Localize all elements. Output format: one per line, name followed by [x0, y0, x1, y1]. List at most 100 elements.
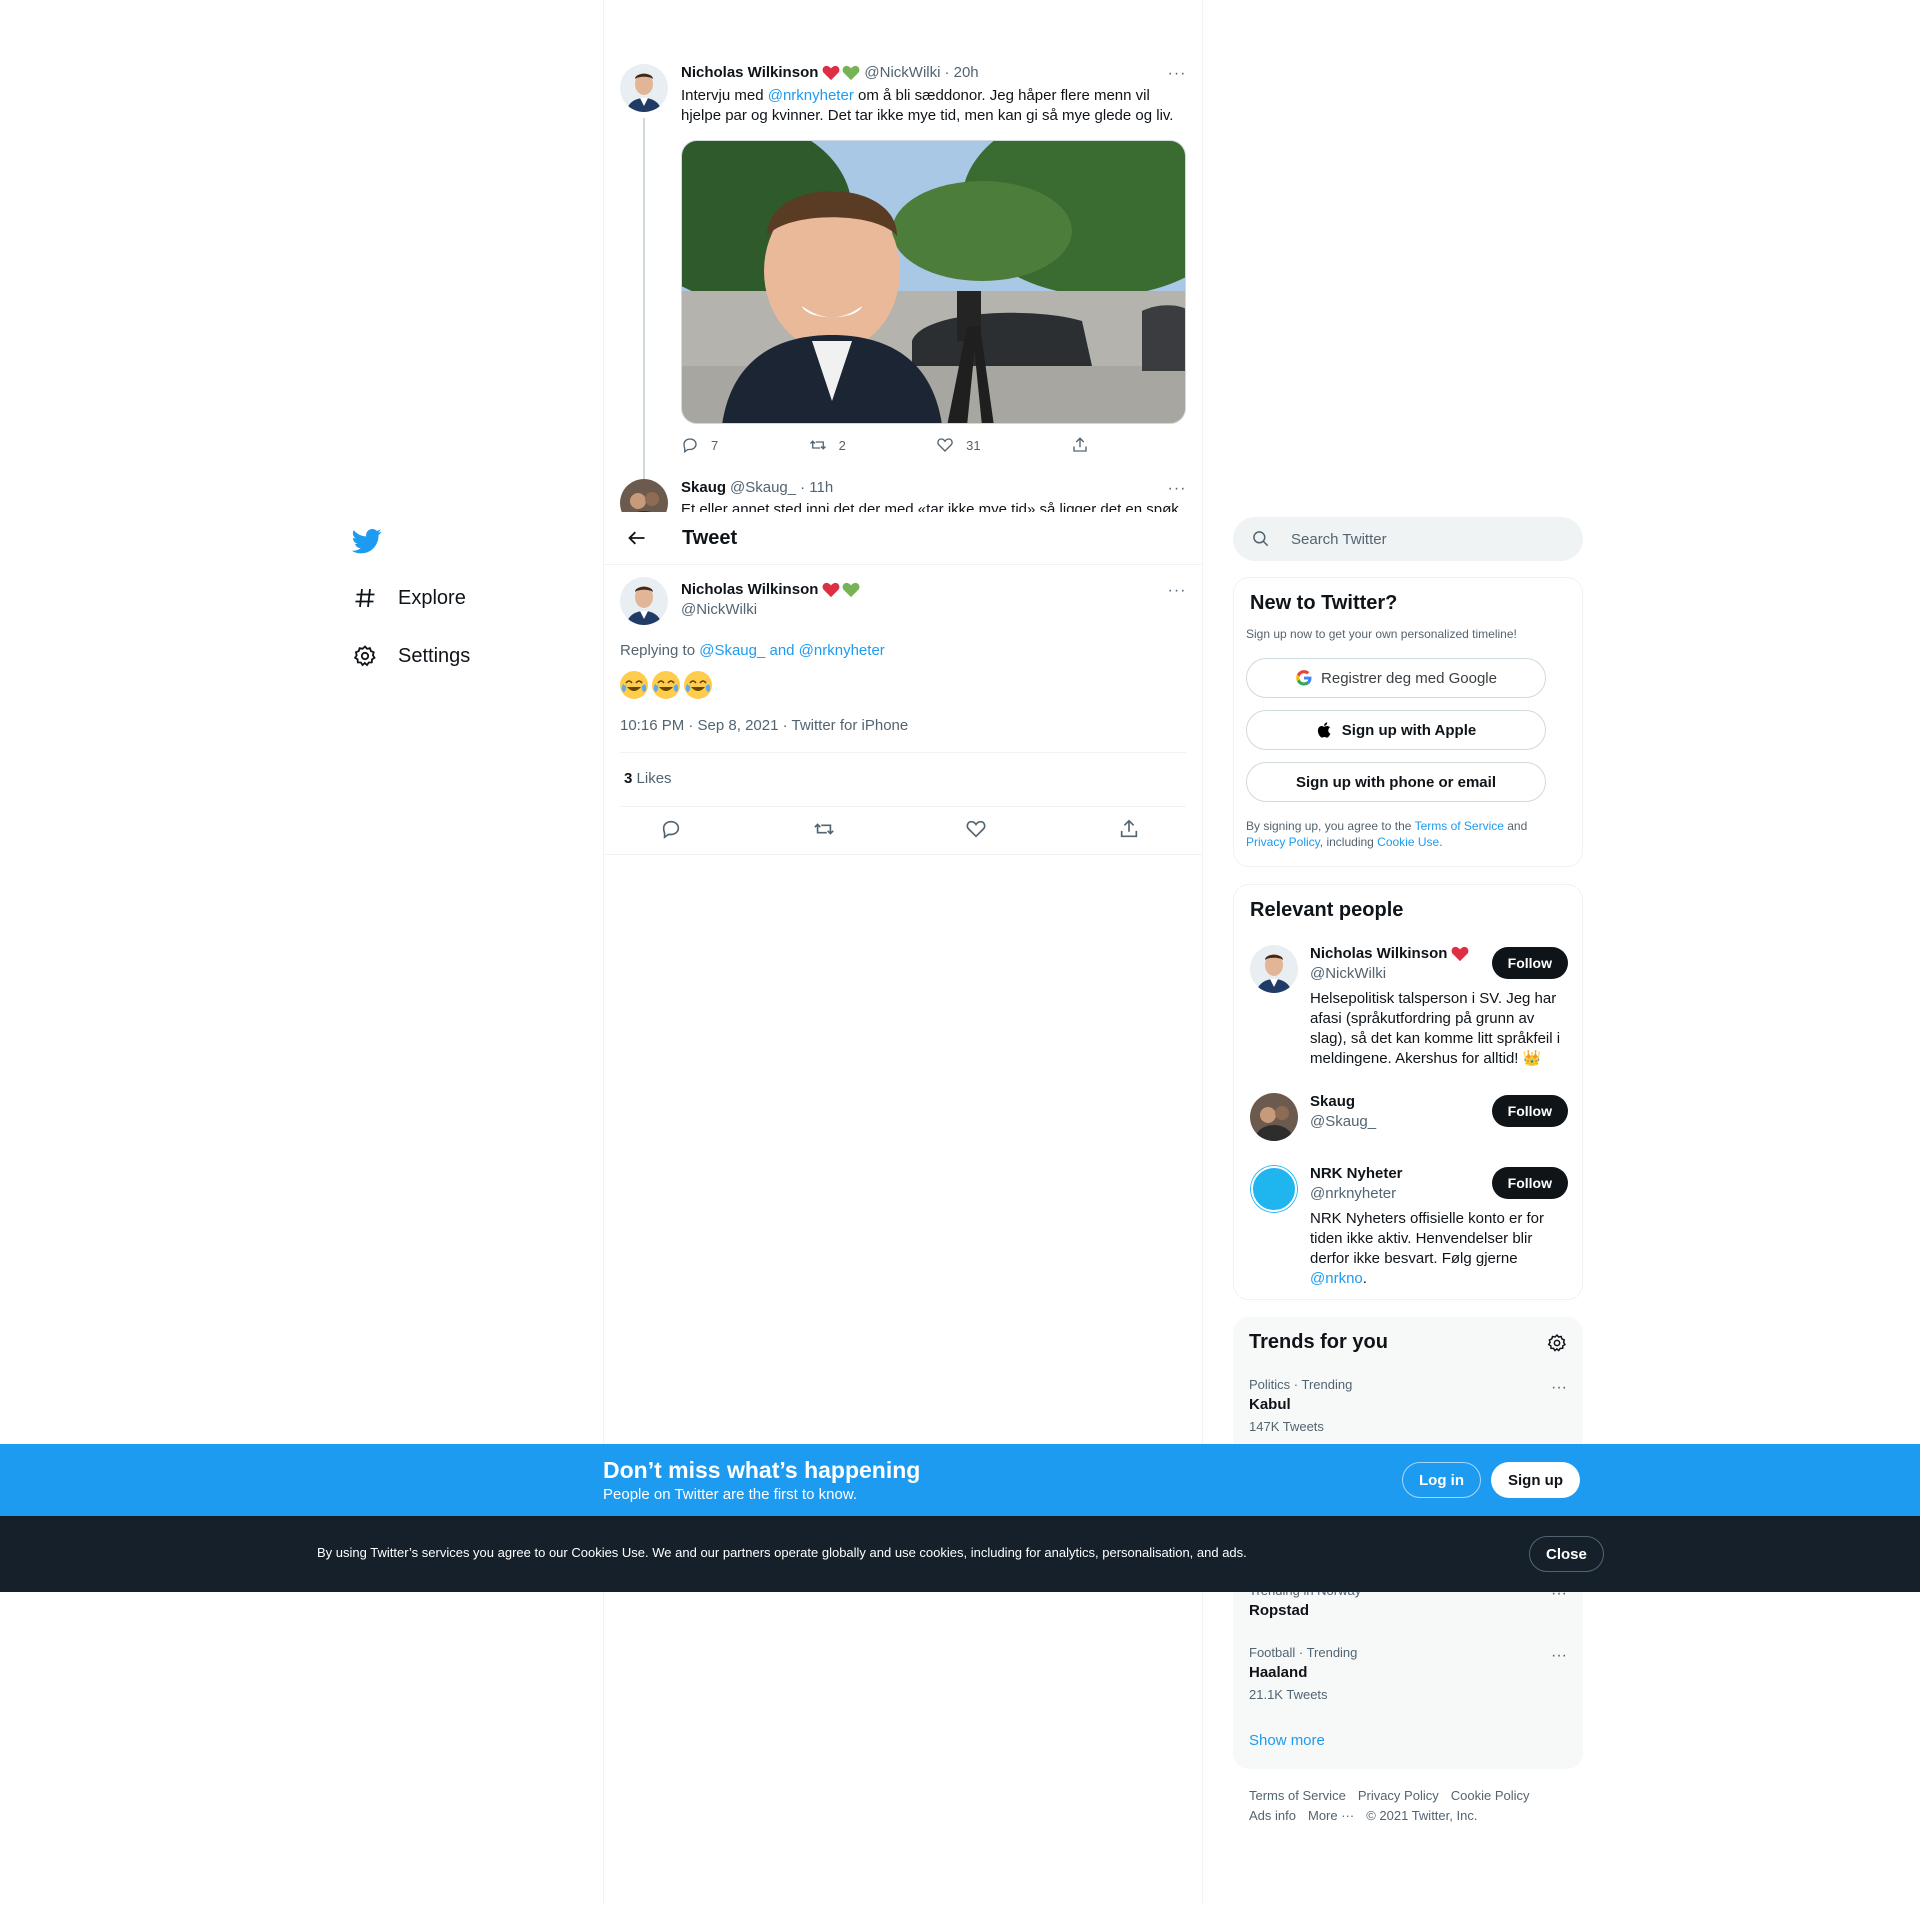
nav-explore-label: Explore: [398, 586, 466, 609]
heart-emojis: [822, 582, 860, 598]
footer-more-link[interactable]: More ···: [1308, 1806, 1354, 1826]
red-heart-icon: [1451, 946, 1469, 961]
retweet-button[interactable]: 2: [809, 436, 846, 454]
person-bio: Helsepolitisk talsperson i SV. Jeg har a…: [1310, 990, 1561, 1067]
tweet-photo[interactable]: [681, 140, 1186, 424]
footer-terms-link[interactable]: Terms of Service: [1249, 1786, 1346, 1806]
heart-icon: [937, 438, 953, 452]
tears-of-joy-emoji-icon: [620, 671, 648, 699]
tweet-timestamp[interactable]: 10:16 PM · Sep 8, 2021 · Twitter for iPh…: [620, 717, 908, 734]
bio-text: .: [1362, 1270, 1367, 1287]
red-heart-icon: [822, 65, 840, 80]
author-name[interactable]: Nicholas Wilkinson: [681, 64, 818, 81]
footer-cookie-link[interactable]: Cookie Policy: [1451, 1786, 1530, 1806]
twitter-logo-icon[interactable]: [352, 526, 382, 556]
google-signup-button[interactable]: Registrer deg med Google: [1246, 658, 1546, 698]
red-heart-icon: [822, 582, 840, 597]
tweet-text: Intervju med @nrknyheter om å bli sæddon…: [681, 86, 1186, 126]
bio-mention-link[interactable]: @nrkno: [1310, 1270, 1363, 1287]
author-name-row[interactable]: Nicholas Wilkinson: [681, 581, 860, 598]
mention-link[interactable]: @nrknyheter: [768, 87, 854, 104]
person-name: Skaug: [1310, 1093, 1356, 1110]
follow-button[interactable]: Follow: [1491, 1167, 1568, 1199]
avatar[interactable]: [1250, 945, 1298, 993]
share-button[interactable]: [1071, 436, 1101, 454]
avatar[interactable]: [1250, 1093, 1298, 1141]
author-name[interactable]: Skaug: [681, 479, 726, 496]
avatar[interactable]: [620, 577, 668, 625]
retweet-icon: [809, 440, 826, 450]
more-options-icon[interactable]: ···: [1167, 479, 1187, 499]
trend-count: 147K Tweets: [1249, 1419, 1324, 1434]
legal-text: By signing up, you agree to the: [1246, 819, 1415, 833]
banner-title: Don’t miss what’s happening: [603, 1457, 921, 1483]
follow-button[interactable]: Follow: [1491, 1095, 1568, 1127]
hashtag-icon: [352, 585, 378, 611]
signup-button[interactable]: Sign up: [1491, 1462, 1580, 1498]
divider: [620, 752, 1186, 753]
person-handle: @nrknyheter: [1310, 1185, 1397, 1202]
author-handle[interactable]: @Skaug_: [730, 479, 796, 496]
privacy-link[interactable]: Privacy Policy: [1246, 835, 1320, 849]
page-title: Tweet: [682, 526, 738, 549]
avatar[interactable]: [620, 64, 668, 112]
reply-icon[interactable]: [660, 818, 682, 840]
follow-button[interactable]: Follow: [1491, 947, 1568, 979]
apple-signup-button[interactable]: Sign up with Apple: [1246, 710, 1546, 750]
reply-icon: [683, 438, 697, 454]
thread-context: Nicholas Wilkinson @NickWilki · 20h ··· …: [604, 0, 1202, 512]
retweet-icon[interactable]: [813, 818, 835, 840]
like-count: 31: [966, 437, 981, 453]
trend-name: Ropstad: [1249, 1602, 1309, 1619]
signup-title: New to Twitter?: [1250, 592, 1398, 614]
nrk-logo-avatar[interactable]: [1250, 1165, 1298, 1213]
trend-item[interactable]: Politics · Trending Kabul 147K Tweets ··…: [1249, 1377, 1567, 1434]
login-button[interactable]: Log in: [1402, 1462, 1481, 1498]
more-options-icon[interactable]: ···: [1167, 581, 1187, 601]
cookie-consent-bar: By using Twitter’s services you agree to…: [0, 1516, 1920, 1592]
show-more-link[interactable]: Show more: [1249, 1732, 1325, 1749]
apple-logo-icon: [1317, 722, 1331, 738]
reply-button[interactable]: 7: [681, 436, 718, 454]
search-input[interactable]: Search Twitter: [1233, 517, 1583, 561]
tears-of-joy-emoji-icon: [652, 671, 680, 699]
apple-signup-label: Sign up with Apple: [1341, 721, 1477, 739]
trend-count: 21.1K Tweets: [1249, 1687, 1328, 1702]
tweet-header: Nicholas Wilkinson @NickWilki · 20h: [681, 64, 979, 81]
nav-settings[interactable]: Settings: [352, 636, 470, 676]
back-arrow-icon[interactable]: [620, 521, 654, 555]
terms-link[interactable]: Terms of Service: [1415, 819, 1504, 833]
tweet-time[interactable]: · 11h: [800, 479, 833, 496]
author-name[interactable]: Nicholas Wilkinson: [681, 581, 818, 598]
relevant-people-card: Relevant people Nicholas Wilkinson @Nick…: [1233, 884, 1583, 1300]
trend-item[interactable]: Football · Trending Haaland 21.1K Tweets…: [1249, 1645, 1567, 1702]
cookie-text: By using Twitter’s services you agree to…: [317, 1545, 1247, 1560]
replying-to-link[interactable]: @Skaug_ and @nrknyheter: [699, 642, 885, 659]
close-button[interactable]: Close: [1529, 1536, 1604, 1572]
more-options-icon[interactable]: ···: [1167, 64, 1187, 84]
author-handle[interactable]: @NickWilki: [864, 64, 940, 81]
gear-icon[interactable]: [1547, 1333, 1567, 1353]
nav-explore[interactable]: Explore: [352, 578, 466, 618]
tweet-text: Et eller annet sted inni det der med «ta…: [681, 501, 1179, 512]
legal-text: and: [1503, 819, 1528, 833]
author-handle[interactable]: @NickWilki: [681, 601, 757, 618]
more-options-icon[interactable]: ···: [1551, 1379, 1567, 1397]
phone-email-signup-button[interactable]: Sign up with phone or email: [1246, 762, 1546, 802]
footer-privacy-link[interactable]: Privacy Policy: [1358, 1786, 1439, 1806]
tweet-time[interactable]: · 20h: [944, 64, 978, 81]
login-banner: Don’t miss what’s happening People on Tw…: [0, 1444, 1920, 1516]
share-icon[interactable]: [1118, 818, 1140, 840]
cookie-use-link[interactable]: Cookie Use: [1377, 835, 1439, 849]
phone-email-signup-label: Sign up with phone or email: [1295, 773, 1496, 791]
like-button[interactable]: 31: [936, 436, 981, 454]
footer-ads-link[interactable]: Ads info: [1249, 1806, 1296, 1826]
footer-copyright: © 2021 Twitter, Inc.: [1366, 1808, 1478, 1823]
likes-summary[interactable]: 3 Likes: [624, 770, 672, 787]
signup-card: New to Twitter? Sign up now to get your …: [1233, 577, 1583, 867]
trend-name: Haaland: [1249, 1664, 1308, 1681]
legal-text: , including: [1319, 835, 1378, 849]
heart-icon[interactable]: [965, 818, 987, 840]
more-options-icon[interactable]: ···: [1551, 1647, 1567, 1665]
avatar[interactable]: [620, 479, 668, 512]
